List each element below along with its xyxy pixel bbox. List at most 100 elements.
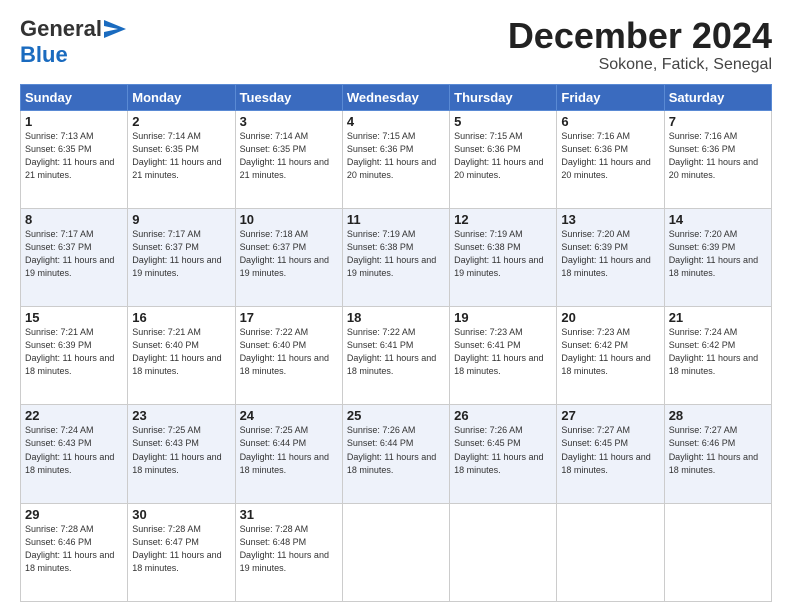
- day-info: Sunrise: 7:14 AM Sunset: 6:35 PM Dayligh…: [240, 130, 338, 182]
- day-info: Sunrise: 7:26 AM Sunset: 6:44 PM Dayligh…: [347, 424, 445, 476]
- calendar-header-friday: Friday: [557, 84, 664, 110]
- day-number: 14: [669, 212, 767, 227]
- day-number: 27: [561, 408, 659, 423]
- day-info: Sunrise: 7:22 AM Sunset: 6:40 PM Dayligh…: [240, 326, 338, 378]
- calendar-cell: 4Sunrise: 7:15 AM Sunset: 6:36 PM Daylig…: [342, 110, 449, 208]
- day-info: Sunrise: 7:15 AM Sunset: 6:36 PM Dayligh…: [454, 130, 552, 182]
- title-block: December 2024 Sokone, Fatick, Senegal: [508, 16, 772, 74]
- day-info: Sunrise: 7:27 AM Sunset: 6:46 PM Dayligh…: [669, 424, 767, 476]
- calendar-cell: 3Sunrise: 7:14 AM Sunset: 6:35 PM Daylig…: [235, 110, 342, 208]
- logo: General Blue: [20, 16, 126, 68]
- day-number: 2: [132, 114, 230, 129]
- day-info: Sunrise: 7:19 AM Sunset: 6:38 PM Dayligh…: [347, 228, 445, 280]
- day-number: 13: [561, 212, 659, 227]
- calendar-cell: 30Sunrise: 7:28 AM Sunset: 6:47 PM Dayli…: [128, 503, 235, 601]
- month-title: December 2024: [508, 16, 772, 56]
- day-info: Sunrise: 7:21 AM Sunset: 6:39 PM Dayligh…: [25, 326, 123, 378]
- calendar-cell: 7Sunrise: 7:16 AM Sunset: 6:36 PM Daylig…: [664, 110, 771, 208]
- calendar-week-row: 1Sunrise: 7:13 AM Sunset: 6:35 PM Daylig…: [21, 110, 772, 208]
- header: General Blue December 2024 Sokone, Fatic…: [20, 16, 772, 74]
- calendar-cell: 31Sunrise: 7:28 AM Sunset: 6:48 PM Dayli…: [235, 503, 342, 601]
- day-number: 8: [25, 212, 123, 227]
- calendar-cell: [664, 503, 771, 601]
- day-info: Sunrise: 7:16 AM Sunset: 6:36 PM Dayligh…: [561, 130, 659, 182]
- calendar-cell: [342, 503, 449, 601]
- calendar-cell: 5Sunrise: 7:15 AM Sunset: 6:36 PM Daylig…: [450, 110, 557, 208]
- calendar-cell: [557, 503, 664, 601]
- calendar-cell: [450, 503, 557, 601]
- day-info: Sunrise: 7:22 AM Sunset: 6:41 PM Dayligh…: [347, 326, 445, 378]
- day-info: Sunrise: 7:23 AM Sunset: 6:41 PM Dayligh…: [454, 326, 552, 378]
- calendar-cell: 8Sunrise: 7:17 AM Sunset: 6:37 PM Daylig…: [21, 208, 128, 306]
- calendar-header-row: SundayMondayTuesdayWednesdayThursdayFrid…: [21, 84, 772, 110]
- calendar-cell: 18Sunrise: 7:22 AM Sunset: 6:41 PM Dayli…: [342, 307, 449, 405]
- day-number: 7: [669, 114, 767, 129]
- day-number: 5: [454, 114, 552, 129]
- calendar-header-wednesday: Wednesday: [342, 84, 449, 110]
- logo-general: General: [20, 16, 102, 42]
- day-number: 17: [240, 310, 338, 325]
- day-info: Sunrise: 7:15 AM Sunset: 6:36 PM Dayligh…: [347, 130, 445, 182]
- day-number: 26: [454, 408, 552, 423]
- day-info: Sunrise: 7:20 AM Sunset: 6:39 PM Dayligh…: [561, 228, 659, 280]
- day-number: 16: [132, 310, 230, 325]
- day-number: 22: [25, 408, 123, 423]
- calendar-cell: 23Sunrise: 7:25 AM Sunset: 6:43 PM Dayli…: [128, 405, 235, 503]
- day-info: Sunrise: 7:25 AM Sunset: 6:43 PM Dayligh…: [132, 424, 230, 476]
- day-number: 23: [132, 408, 230, 423]
- calendar-cell: 25Sunrise: 7:26 AM Sunset: 6:44 PM Dayli…: [342, 405, 449, 503]
- day-info: Sunrise: 7:19 AM Sunset: 6:38 PM Dayligh…: [454, 228, 552, 280]
- day-info: Sunrise: 7:17 AM Sunset: 6:37 PM Dayligh…: [132, 228, 230, 280]
- calendar-cell: 6Sunrise: 7:16 AM Sunset: 6:36 PM Daylig…: [557, 110, 664, 208]
- day-number: 10: [240, 212, 338, 227]
- day-info: Sunrise: 7:13 AM Sunset: 6:35 PM Dayligh…: [25, 130, 123, 182]
- calendar-header-saturday: Saturday: [664, 84, 771, 110]
- calendar-body: 1Sunrise: 7:13 AM Sunset: 6:35 PM Daylig…: [21, 110, 772, 601]
- logo-icon: [104, 20, 126, 38]
- calendar-week-row: 15Sunrise: 7:21 AM Sunset: 6:39 PM Dayli…: [21, 307, 772, 405]
- calendar-cell: 10Sunrise: 7:18 AM Sunset: 6:37 PM Dayli…: [235, 208, 342, 306]
- day-number: 18: [347, 310, 445, 325]
- calendar-cell: 26Sunrise: 7:26 AM Sunset: 6:45 PM Dayli…: [450, 405, 557, 503]
- calendar-cell: 14Sunrise: 7:20 AM Sunset: 6:39 PM Dayli…: [664, 208, 771, 306]
- day-number: 1: [25, 114, 123, 129]
- calendar-week-row: 8Sunrise: 7:17 AM Sunset: 6:37 PM Daylig…: [21, 208, 772, 306]
- calendar-cell: 22Sunrise: 7:24 AM Sunset: 6:43 PM Dayli…: [21, 405, 128, 503]
- day-number: 3: [240, 114, 338, 129]
- calendar-week-row: 22Sunrise: 7:24 AM Sunset: 6:43 PM Dayli…: [21, 405, 772, 503]
- calendar-cell: 19Sunrise: 7:23 AM Sunset: 6:41 PM Dayli…: [450, 307, 557, 405]
- day-info: Sunrise: 7:26 AM Sunset: 6:45 PM Dayligh…: [454, 424, 552, 476]
- day-info: Sunrise: 7:27 AM Sunset: 6:45 PM Dayligh…: [561, 424, 659, 476]
- calendar-cell: 12Sunrise: 7:19 AM Sunset: 6:38 PM Dayli…: [450, 208, 557, 306]
- calendar-cell: 11Sunrise: 7:19 AM Sunset: 6:38 PM Dayli…: [342, 208, 449, 306]
- calendar-header-sunday: Sunday: [21, 84, 128, 110]
- day-info: Sunrise: 7:21 AM Sunset: 6:40 PM Dayligh…: [132, 326, 230, 378]
- day-number: 29: [25, 507, 123, 522]
- day-info: Sunrise: 7:24 AM Sunset: 6:43 PM Dayligh…: [25, 424, 123, 476]
- calendar-cell: 2Sunrise: 7:14 AM Sunset: 6:35 PM Daylig…: [128, 110, 235, 208]
- day-info: Sunrise: 7:23 AM Sunset: 6:42 PM Dayligh…: [561, 326, 659, 378]
- calendar-cell: 29Sunrise: 7:28 AM Sunset: 6:46 PM Dayli…: [21, 503, 128, 601]
- day-info: Sunrise: 7:24 AM Sunset: 6:42 PM Dayligh…: [669, 326, 767, 378]
- day-info: Sunrise: 7:14 AM Sunset: 6:35 PM Dayligh…: [132, 130, 230, 182]
- calendar-cell: 16Sunrise: 7:21 AM Sunset: 6:40 PM Dayli…: [128, 307, 235, 405]
- day-number: 4: [347, 114, 445, 129]
- calendar-cell: 21Sunrise: 7:24 AM Sunset: 6:42 PM Dayli…: [664, 307, 771, 405]
- day-info: Sunrise: 7:28 AM Sunset: 6:48 PM Dayligh…: [240, 523, 338, 575]
- day-number: 25: [347, 408, 445, 423]
- day-info: Sunrise: 7:16 AM Sunset: 6:36 PM Dayligh…: [669, 130, 767, 182]
- calendar-cell: 24Sunrise: 7:25 AM Sunset: 6:44 PM Dayli…: [235, 405, 342, 503]
- logo-blue: Blue: [20, 42, 68, 67]
- day-number: 9: [132, 212, 230, 227]
- location-title: Sokone, Fatick, Senegal: [508, 56, 772, 74]
- day-number: 12: [454, 212, 552, 227]
- day-info: Sunrise: 7:17 AM Sunset: 6:37 PM Dayligh…: [25, 228, 123, 280]
- day-number: 21: [669, 310, 767, 325]
- day-number: 24: [240, 408, 338, 423]
- calendar-cell: 9Sunrise: 7:17 AM Sunset: 6:37 PM Daylig…: [128, 208, 235, 306]
- calendar-cell: 1Sunrise: 7:13 AM Sunset: 6:35 PM Daylig…: [21, 110, 128, 208]
- calendar-cell: 28Sunrise: 7:27 AM Sunset: 6:46 PM Dayli…: [664, 405, 771, 503]
- calendar-cell: 15Sunrise: 7:21 AM Sunset: 6:39 PM Dayli…: [21, 307, 128, 405]
- calendar-cell: 13Sunrise: 7:20 AM Sunset: 6:39 PM Dayli…: [557, 208, 664, 306]
- calendar-header-tuesday: Tuesday: [235, 84, 342, 110]
